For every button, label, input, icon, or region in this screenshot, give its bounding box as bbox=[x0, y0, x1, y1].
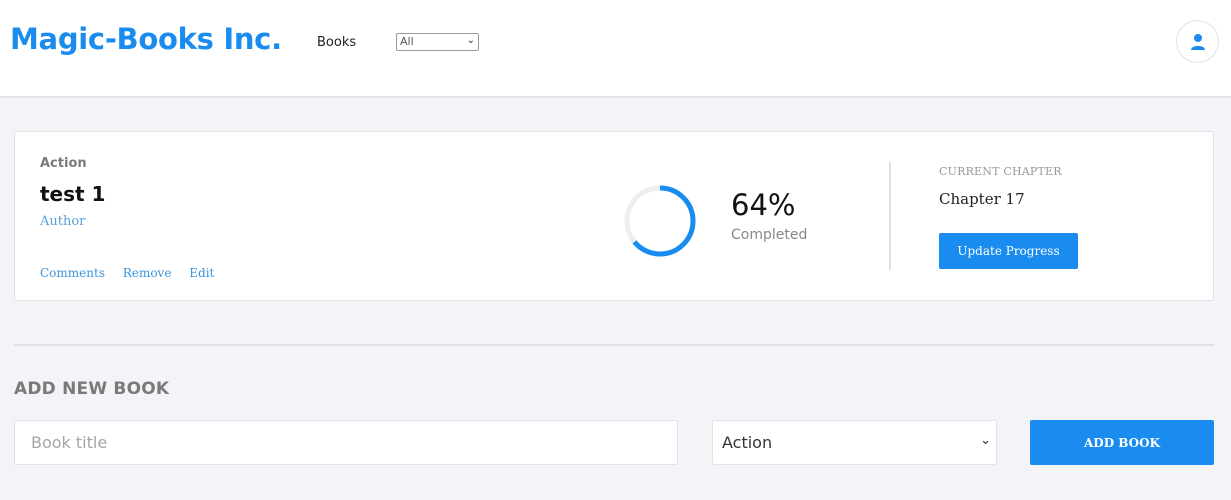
book-card: Action test 1 Author Comments Remove Edi… bbox=[14, 131, 1214, 301]
book-author: Author bbox=[40, 214, 86, 229]
edit-link[interactable]: Edit bbox=[189, 266, 214, 280]
genre-filter-select[interactable]: All ⌄ bbox=[396, 33, 479, 51]
genre-filter-value: All bbox=[400, 35, 414, 48]
chevron-down-icon: ⌄ bbox=[466, 35, 475, 46]
current-chapter-value: Chapter 17 bbox=[939, 190, 1025, 208]
chevron-down-icon: ⌄ bbox=[980, 433, 991, 448]
add-book-button[interactable]: ADD BOOK bbox=[1030, 420, 1214, 465]
book-genre: Action bbox=[40, 156, 87, 171]
comments-link[interactable]: Comments bbox=[40, 266, 105, 280]
user-avatar-button[interactable] bbox=[1176, 20, 1219, 63]
book-actions: Comments Remove Edit bbox=[40, 266, 228, 280]
brand-logo[interactable]: Magic-Books Inc. bbox=[10, 22, 282, 56]
book-title-input[interactable] bbox=[14, 420, 678, 465]
genre-select[interactable]: Action ⌄ bbox=[712, 420, 997, 465]
top-header: Magic-Books Inc. Books All ⌄ bbox=[0, 0, 1231, 98]
genre-select-value: Action bbox=[722, 433, 773, 452]
progress-ring bbox=[624, 185, 696, 257]
nav-books-link[interactable]: Books bbox=[317, 35, 356, 50]
current-chapter-caption: CURRENT CHAPTER bbox=[939, 165, 1062, 178]
book-title: test 1 bbox=[40, 182, 106, 206]
vertical-divider bbox=[889, 162, 891, 270]
completed-label: Completed bbox=[731, 227, 808, 243]
add-book-heading: ADD NEW BOOK bbox=[14, 379, 170, 399]
update-progress-button[interactable]: Update Progress bbox=[939, 233, 1078, 269]
progress-percent: 64% bbox=[731, 188, 796, 222]
user-icon bbox=[1191, 34, 1205, 50]
section-divider bbox=[14, 344, 1214, 346]
remove-link[interactable]: Remove bbox=[123, 266, 172, 280]
